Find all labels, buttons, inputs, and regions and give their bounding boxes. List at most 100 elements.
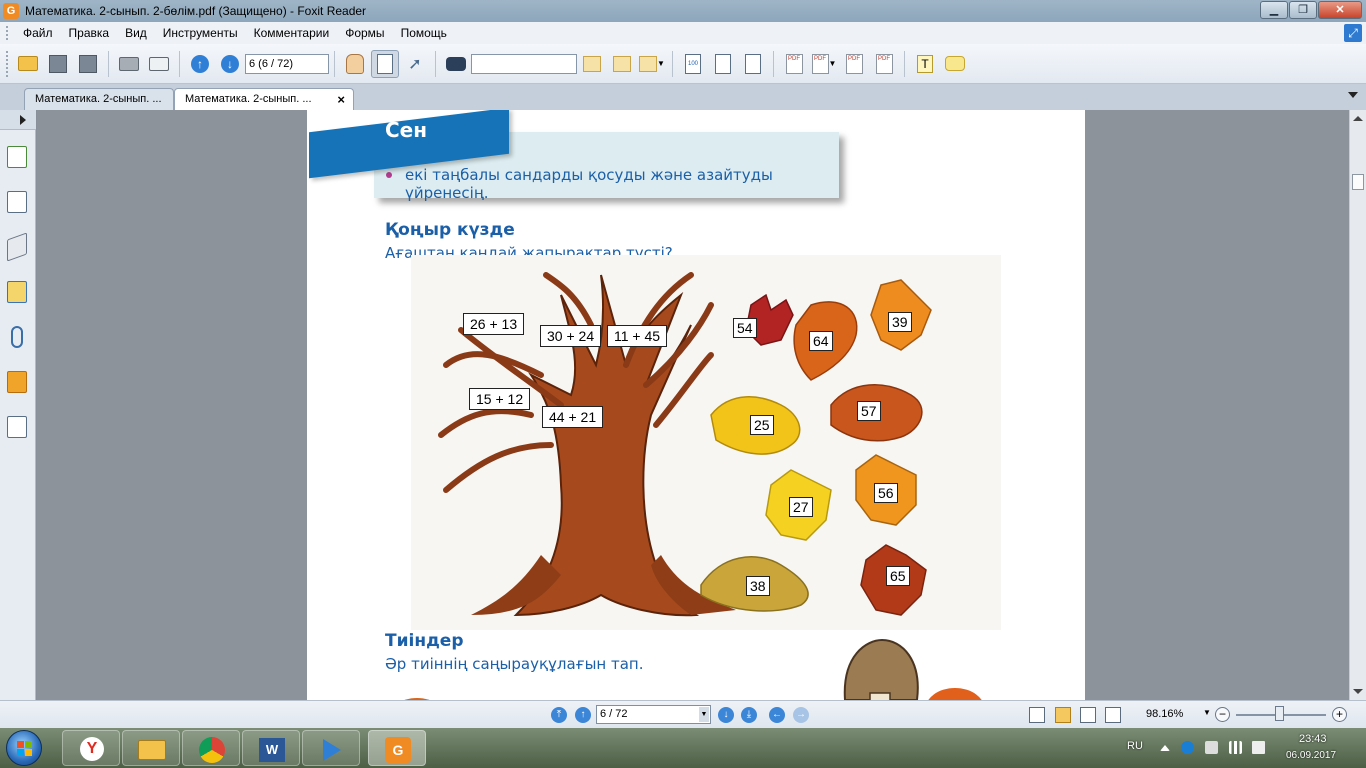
search-options-button[interactable]: ▼ <box>638 50 666 78</box>
pdf-export-icon: PDF <box>845 53 863 74</box>
chevron-down-icon[interactable]: ▼ <box>699 707 709 722</box>
first-page-button[interactable]: ⤒ <box>551 707 567 723</box>
typewriter-button[interactable]: T <box>911 50 939 78</box>
comments-icon[interactable] <box>7 281 27 303</box>
menu-comments[interactable]: Комментарии <box>246 22 338 44</box>
find-previous-icon <box>583 55 601 72</box>
signature-icon[interactable] <box>7 416 27 438</box>
scroll-up-arrow-icon[interactable] <box>1353 116 1363 121</box>
tab-close-button[interactable]: × <box>337 92 345 107</box>
pdf-merge-button[interactable]: PDF <box>870 50 898 78</box>
bookmarks-icon[interactable] <box>7 146 27 168</box>
select-text-tool-button[interactable] <box>371 49 399 78</box>
toolbar-grip[interactable] <box>6 50 9 77</box>
save-all-button[interactable] <box>74 50 102 78</box>
vertical-scrollbar[interactable] <box>1349 110 1366 700</box>
tab-list-dropdown-icon[interactable] <box>1348 92 1358 98</box>
print-button[interactable] <box>115 50 143 78</box>
taskbar-word[interactable]: W <box>242 730 300 766</box>
ie-icon[interactable] <box>1181 741 1194 754</box>
previous-page-button[interactable]: ↑ <box>186 50 214 78</box>
tab-document-1[interactable]: Математика. 2-сынып. ... <box>24 88 174 110</box>
lock-icon[interactable] <box>7 371 27 393</box>
zoom-in-button[interactable]: + <box>1332 707 1347 722</box>
zoom-dropdown-icon[interactable]: ▼ <box>1203 708 1211 717</box>
menu-tools[interactable]: Инструменты <box>155 22 246 44</box>
zoom-out-button[interactable]: − <box>1215 707 1230 722</box>
menu-edit[interactable]: Правка <box>61 22 118 44</box>
fit-width-button[interactable] <box>739 50 767 78</box>
continuous-view-button[interactable] <box>1055 707 1071 723</box>
taskbar-file-explorer[interactable] <box>122 730 180 766</box>
previous-page-button[interactable]: ↑ <box>575 707 591 723</box>
volume-icon[interactable] <box>1252 741 1265 754</box>
clock-date[interactable]: 06.09.2017 <box>1286 750 1336 761</box>
find-button[interactable] <box>442 50 470 78</box>
next-page-button[interactable]: ↓ <box>718 707 734 723</box>
foxit-app-icon[interactable]: G <box>3 3 19 19</box>
save-all-icon <box>79 54 97 73</box>
close-button[interactable]: ✕ <box>1318 1 1362 19</box>
select-tool-button[interactable]: ➚ <box>401 50 429 78</box>
taskbar-chrome[interactable] <box>182 730 240 766</box>
search-input[interactable] <box>471 53 577 74</box>
expand-panel-button[interactable] <box>0 110 36 130</box>
pdf-create-button[interactable]: PDF <box>780 50 808 78</box>
menu-file[interactable]: Файл <box>15 22 61 44</box>
maximize-button[interactable]: ❐ <box>1289 1 1317 19</box>
tab-document-2[interactable]: Математика. 2-сынып. ... × <box>174 88 354 110</box>
note-button[interactable] <box>941 50 969 78</box>
facing-view-button[interactable] <box>1080 707 1096 723</box>
fullscreen-toggle-icon[interactable]: ⤢ <box>1344 24 1362 42</box>
layers-icon[interactable] <box>7 232 27 262</box>
menu-forms[interactable]: Формы <box>337 22 392 44</box>
last-page-button[interactable]: ⤓ <box>741 707 757 723</box>
tree-expression-label: 15 + 12 <box>469 388 531 410</box>
menu-grip[interactable] <box>6 26 9 40</box>
windows-taskbar: Y W G RU 23:43 06.09.2017 <box>0 728 1366 768</box>
page-navigation-input[interactable]: 6 / 72 ▼ <box>596 705 711 724</box>
leaf-number-label: 39 <box>888 312 912 332</box>
email-button[interactable] <box>145 50 173 78</box>
tree-expression-label: 11 + 45 <box>607 325 668 347</box>
folder-icon <box>138 740 166 760</box>
minimize-button[interactable]: ▁ <box>1260 1 1288 19</box>
clock-time[interactable]: 23:43 <box>1299 733 1327 745</box>
foxit-icon: G <box>385 737 411 763</box>
page-number-input[interactable] <box>245 53 329 74</box>
signal-bars-icon[interactable] <box>1229 741 1242 754</box>
actual-size-button[interactable]: 100 <box>679 50 707 78</box>
taskbar-foxit-reader[interactable]: G <box>368 730 426 766</box>
title-bar: G Математика. 2-сынып. 2-бөлім.pdf (Защи… <box>0 0 1366 22</box>
show-hidden-icons-icon[interactable] <box>1160 745 1170 751</box>
pages-thumbnail-icon[interactable] <box>7 191 27 213</box>
tab-label: Математика. 2-сынып. ... <box>35 93 162 105</box>
taskbar-media-player[interactable] <box>302 730 360 766</box>
document-view[interactable]: екі таңбалы сандарды қосуды және азайтуд… <box>37 110 1349 700</box>
menu-view[interactable]: Вид <box>117 22 155 44</box>
open-file-button[interactable] <box>14 50 42 78</box>
next-page-button[interactable]: ↓ <box>216 50 244 78</box>
start-button[interactable] <box>6 730 42 766</box>
scroll-thumb[interactable] <box>1352 174 1364 190</box>
taskbar-yandex-browser[interactable]: Y <box>62 730 120 766</box>
zoom-level[interactable]: 98.16% <box>1146 708 1183 720</box>
find-previous-button[interactable] <box>578 50 606 78</box>
fit-page-button[interactable] <box>709 50 737 78</box>
save-button[interactable] <box>44 50 72 78</box>
back-arrow-icon[interactable]: ← <box>769 707 785 723</box>
pdf-convert-button[interactable]: PDF ▼ <box>810 50 838 78</box>
scroll-down-arrow-icon[interactable] <box>1353 689 1363 694</box>
continuous-facing-view-button[interactable] <box>1105 707 1121 723</box>
menu-help[interactable]: Помощь <box>393 22 455 44</box>
hand-tool-button[interactable] <box>341 50 369 78</box>
network-status-icon[interactable] <box>1205 741 1218 754</box>
input-language[interactable]: RU <box>1127 740 1143 752</box>
attachments-icon[interactable] <box>11 326 23 348</box>
single-page-view-button[interactable] <box>1029 707 1045 723</box>
find-next-button[interactable] <box>608 50 636 78</box>
actual-size-icon: 100 <box>685 53 701 74</box>
forward-arrow-icon[interactable]: → <box>793 707 809 723</box>
pdf-export-button[interactable]: PDF <box>840 50 868 78</box>
zoom-slider-thumb[interactable] <box>1275 706 1284 721</box>
